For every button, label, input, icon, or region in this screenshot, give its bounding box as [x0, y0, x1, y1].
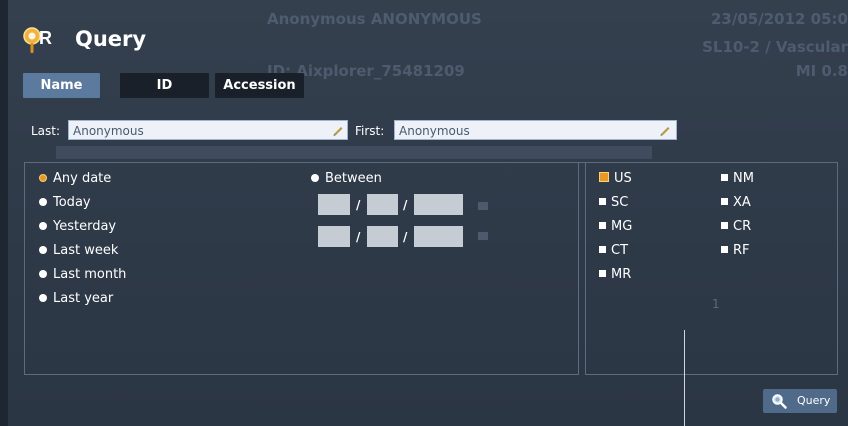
- radio-label: Any date: [53, 171, 112, 186]
- modality-label: SC: [611, 195, 629, 210]
- checkbox: [599, 246, 606, 253]
- to-day-input[interactable]: [318, 226, 350, 247]
- modality-sc[interactable]: SC: [599, 195, 628, 211]
- bg-probe: SL10-2 / Vascular: [702, 38, 848, 56]
- modality-mg[interactable]: MG: [599, 219, 632, 235]
- modality-cr[interactable]: CR: [721, 219, 751, 235]
- checkbox: [721, 198, 728, 205]
- radio-label: Yesterday: [53, 219, 117, 234]
- radio-label: Between: [325, 171, 382, 186]
- radio-indicator: [39, 294, 47, 302]
- radio-any-date[interactable]: Any date: [39, 171, 111, 187]
- bg-date: 23/05/2012 05:0: [711, 10, 848, 28]
- from-year-input[interactable]: [414, 194, 463, 215]
- modality-xa[interactable]: XA: [721, 195, 751, 211]
- bg-mi: MI 0.8: [795, 62, 848, 80]
- checkbox: [599, 270, 606, 277]
- tab-id[interactable]: ID: [120, 73, 209, 98]
- modality-label: CR: [733, 219, 752, 234]
- modality-us[interactable]: US: [599, 171, 632, 187]
- cursor-line: [684, 330, 685, 426]
- modality-label: RF: [733, 243, 750, 258]
- pencil-icon[interactable]: [332, 124, 344, 136]
- date-separator: /: [356, 198, 361, 212]
- modality-mr[interactable]: MR: [599, 267, 631, 283]
- tab-name[interactable]: Name: [23, 73, 100, 98]
- radio-label: Last year: [53, 291, 114, 306]
- last-name-field[interactable]: Anonymous: [68, 120, 348, 140]
- to-year-input[interactable]: [414, 226, 463, 247]
- date-separator: /: [403, 198, 408, 212]
- query-button-label: Query: [797, 394, 831, 407]
- radio-label: Last month: [53, 267, 127, 282]
- modality-ct[interactable]: CT: [599, 243, 628, 259]
- radio-label: Last week: [53, 243, 119, 258]
- date-separator: /: [356, 230, 361, 244]
- calendar-icon[interactable]: [478, 202, 488, 210]
- page-title: Query: [75, 27, 147, 51]
- radio-today[interactable]: Today: [39, 195, 91, 211]
- radio-yesterday[interactable]: Yesterday: [39, 219, 116, 235]
- svg-text:R: R: [39, 28, 52, 48]
- radio-indicator: [39, 174, 47, 182]
- first-name-field[interactable]: Anonymous: [394, 120, 677, 140]
- pencil-icon[interactable]: [659, 124, 671, 136]
- last-name-label: Last:: [31, 124, 61, 138]
- radio-indicator: [311, 174, 319, 182]
- from-day-input[interactable]: [318, 194, 350, 215]
- calendar-icon[interactable]: [478, 232, 488, 240]
- bg-ghost-number: 1: [712, 297, 720, 311]
- modality-label: US: [614, 171, 632, 186]
- radio-last-year[interactable]: Last year: [39, 291, 113, 307]
- checkbox: [599, 198, 606, 205]
- modality-label: CT: [611, 243, 629, 258]
- modality-label: MG: [611, 219, 633, 234]
- date-separator: /: [403, 230, 408, 244]
- bg-patient-name: Anonymous ANONYMOUS: [267, 10, 482, 28]
- checkbox: [721, 174, 728, 181]
- magnifier-icon: [772, 394, 787, 409]
- modality-label: NM: [733, 171, 754, 186]
- tab-accession[interactable]: Accession: [215, 73, 304, 98]
- left-edge: [0, 0, 8, 426]
- radio-indicator: [39, 270, 47, 278]
- radio-last-week[interactable]: Last week: [39, 243, 118, 259]
- radio-indicator: [39, 198, 47, 206]
- query-button[interactable]: Query: [763, 389, 837, 413]
- modality-nm[interactable]: NM: [721, 171, 754, 187]
- checkbox: [721, 222, 728, 229]
- checkbox-checked: [599, 172, 609, 182]
- modality-rf[interactable]: RF: [721, 243, 750, 259]
- radio-last-month[interactable]: Last month: [39, 267, 126, 283]
- checkbox: [721, 246, 728, 253]
- results-strip: [56, 146, 652, 159]
- radio-indicator: [39, 246, 47, 254]
- from-month-input[interactable]: [367, 194, 398, 215]
- to-month-input[interactable]: [367, 226, 398, 247]
- qr-logo-icon: R: [23, 27, 52, 53]
- modality-label: XA: [733, 195, 751, 210]
- checkbox: [599, 222, 606, 229]
- radio-indicator: [39, 222, 47, 230]
- first-name-label: First:: [355, 124, 385, 138]
- radio-label: Today: [53, 195, 91, 210]
- radio-between[interactable]: Between: [311, 171, 382, 187]
- modality-label: MR: [611, 267, 632, 282]
